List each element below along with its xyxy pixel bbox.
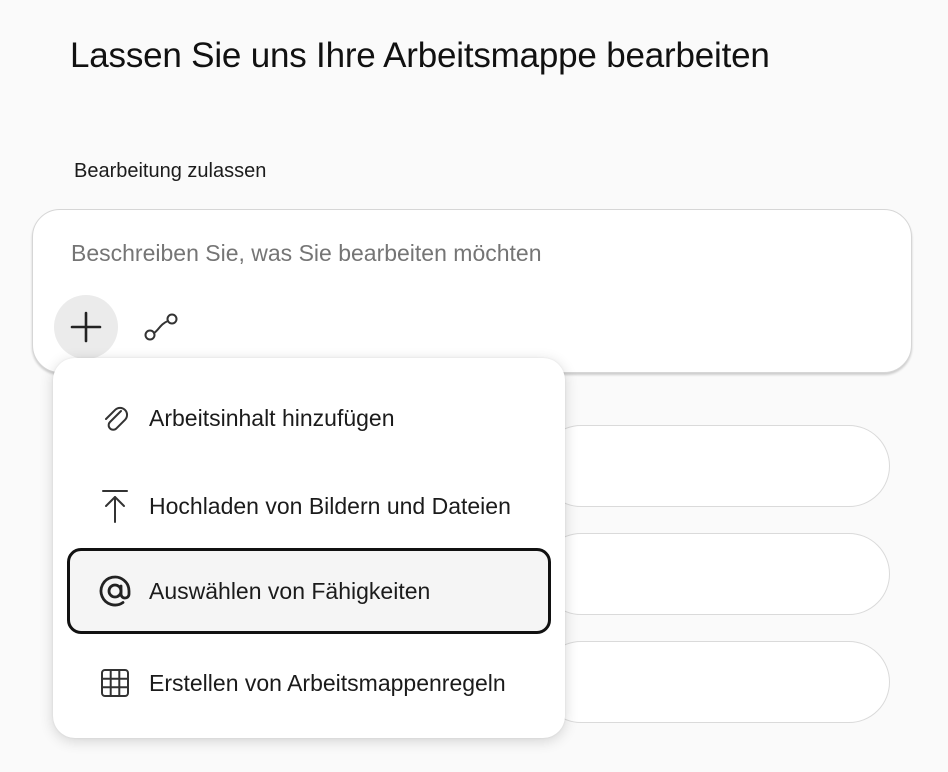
connectors-button[interactable] — [141, 307, 181, 347]
plus-icon — [70, 311, 102, 343]
upload-icon — [97, 488, 133, 524]
menu-item-label: Erstellen von Arbeitsmappenregeln — [149, 669, 506, 696]
paperclip-icon — [97, 400, 133, 436]
menu-item-label: Auswählen von Fähigkeiten — [149, 577, 431, 604]
section-label: Bearbeitung zulassen — [74, 160, 267, 182]
suggestion-card[interactable] — [540, 425, 890, 507]
menu-item-label: Hochladen von Bildern und Dateien — [149, 492, 511, 519]
add-menu: Arbeitsinhalt hinzufügen Hochladen von B… — [53, 358, 565, 738]
menu-item-create-rules[interactable]: Erstellen von Arbeitsmappenregeln — [67, 640, 551, 726]
prompt-input[interactable] — [71, 240, 871, 267]
page-title: Lassen Sie uns Ihre Arbeitsmappe bearbei… — [70, 36, 770, 75]
add-button[interactable] — [54, 295, 118, 359]
menu-item-add-work-content[interactable]: Arbeitsinhalt hinzufügen — [67, 375, 551, 461]
plug-icon — [144, 313, 178, 341]
suggestion-card[interactable] — [540, 533, 890, 615]
grid-icon — [97, 665, 133, 701]
at-icon — [97, 573, 133, 609]
prompt-composer — [32, 209, 912, 373]
menu-item-select-skills[interactable]: Auswählen von Fähigkeiten — [67, 548, 551, 634]
menu-item-label: Arbeitsinhalt hinzufügen — [149, 404, 395, 431]
suggestion-card[interactable] — [540, 641, 890, 723]
menu-item-upload-files[interactable]: Hochladen von Bildern und Dateien — [67, 463, 551, 549]
